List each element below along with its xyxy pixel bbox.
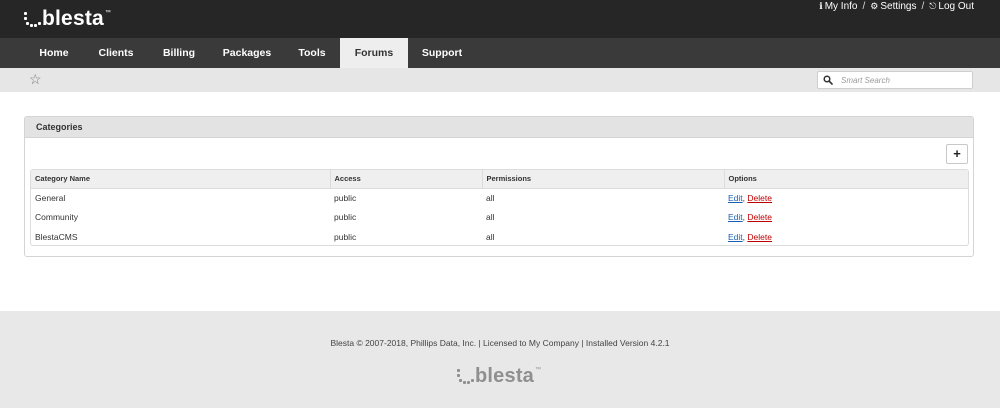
settings-label: Settings <box>880 1 917 12</box>
settings-link[interactable]: ⚙ Settings <box>870 1 916 12</box>
options-comma: , <box>742 193 746 203</box>
log-out-label: Log Out <box>938 1 974 12</box>
category-options: Edit, Delete <box>724 188 968 208</box>
top-header: blesta ™ ℹ My Info / ⚙ Settings / ⎋ Log … <box>0 0 1000 38</box>
logout-icon: ⎋ <box>929 1 937 11</box>
categories-table: Category Name Access Permissions Options… <box>30 169 969 246</box>
category-name: General <box>35 193 66 203</box>
blesta-logo[interactable]: blesta ™ <box>24 6 111 32</box>
column-permissions[interactable]: Permissions <box>482 170 725 189</box>
footer-logo-text: blesta <box>475 365 535 387</box>
column-options: Options <box>724 170 968 189</box>
footer-copyright: Blesta © 2007-2018, Phillips Data, Inc. … <box>330 338 670 348</box>
category-permissions: all <box>486 231 495 242</box>
account-links: ℹ My Info / ⚙ Settings / ⎋ Log Out <box>819 1 974 12</box>
smart-search-box[interactable] <box>817 71 973 89</box>
table-row: BlestaCMS public all Edit, Delete <box>31 227 968 245</box>
column-category-name[interactable]: Category Name <box>31 170 331 189</box>
gear-icon: ⚙ <box>870 1 879 11</box>
tab-home[interactable]: Home <box>24 38 84 68</box>
my-info-label: My Info <box>824 1 858 12</box>
category-access: public <box>334 212 357 223</box>
tab-billing[interactable]: Billing <box>148 38 210 68</box>
table-row: General public all Edit, Delete <box>31 188 968 208</box>
delete-link[interactable]: Delete <box>747 193 772 203</box>
delete-link[interactable]: Delete <box>747 212 772 222</box>
options-comma: , <box>742 212 746 223</box>
blesta-logo-mark-icon <box>24 12 41 28</box>
sub-toolbar: ☆ <box>0 68 1000 92</box>
panel-title: Categories <box>25 117 973 138</box>
tab-packages[interactable]: Packages <box>210 38 284 68</box>
my-info-link[interactable]: ℹ My Info <box>819 1 857 12</box>
column-access[interactable]: Access <box>330 170 483 189</box>
delete-link[interactable]: Delete <box>747 232 772 242</box>
logo-text: blesta <box>42 7 104 30</box>
category-options: Edit, Delete <box>724 208 968 228</box>
info-icon: ℹ <box>819 1 823 11</box>
tab-forums[interactable]: Forums <box>340 38 408 68</box>
tab-clients[interactable]: Clients <box>84 38 148 68</box>
tab-tools[interactable]: Tools <box>284 38 340 68</box>
category-access: public <box>334 231 357 242</box>
category-name: Community <box>35 212 78 223</box>
category-options: Edit, Delete <box>724 227 968 245</box>
category-permissions: all <box>486 193 495 203</box>
category-access: public <box>334 193 357 203</box>
separator: / <box>862 1 866 12</box>
category-name: BlestaCMS <box>35 231 78 242</box>
edit-link[interactable]: Edit <box>728 232 743 242</box>
main-nav: Home Clients Billing Packages Tools Foru… <box>0 38 1000 68</box>
edit-link[interactable]: Edit <box>728 193 743 203</box>
smart-search-input[interactable] <box>841 75 961 85</box>
table-header-row: Category Name Access Permissions Options <box>31 170 968 189</box>
separator: / <box>921 1 925 12</box>
table-row: Community public all Edit, Delete <box>31 208 968 228</box>
search-icon <box>823 75 833 85</box>
categories-panel: Categories + Category Name Access Permis… <box>24 116 974 257</box>
logo-trademark: ™ <box>104 10 111 16</box>
star-icon[interactable]: ☆ <box>29 71 42 88</box>
add-category-button[interactable]: + <box>946 144 968 164</box>
footer-blesta-logo[interactable]: blesta ™ <box>457 363 541 389</box>
page-footer: Blesta © 2007-2018, Phillips Data, Inc. … <box>0 311 1000 408</box>
log-out-link[interactable]: ⎋ Log Out <box>929 1 974 12</box>
edit-link[interactable]: Edit <box>728 212 743 222</box>
footer-logo-trademark: ™ <box>535 367 542 373</box>
category-permissions: all <box>486 212 495 223</box>
options-comma: , <box>742 231 746 242</box>
tab-support[interactable]: Support <box>408 38 476 68</box>
footer-logo-mark-icon <box>457 369 474 385</box>
